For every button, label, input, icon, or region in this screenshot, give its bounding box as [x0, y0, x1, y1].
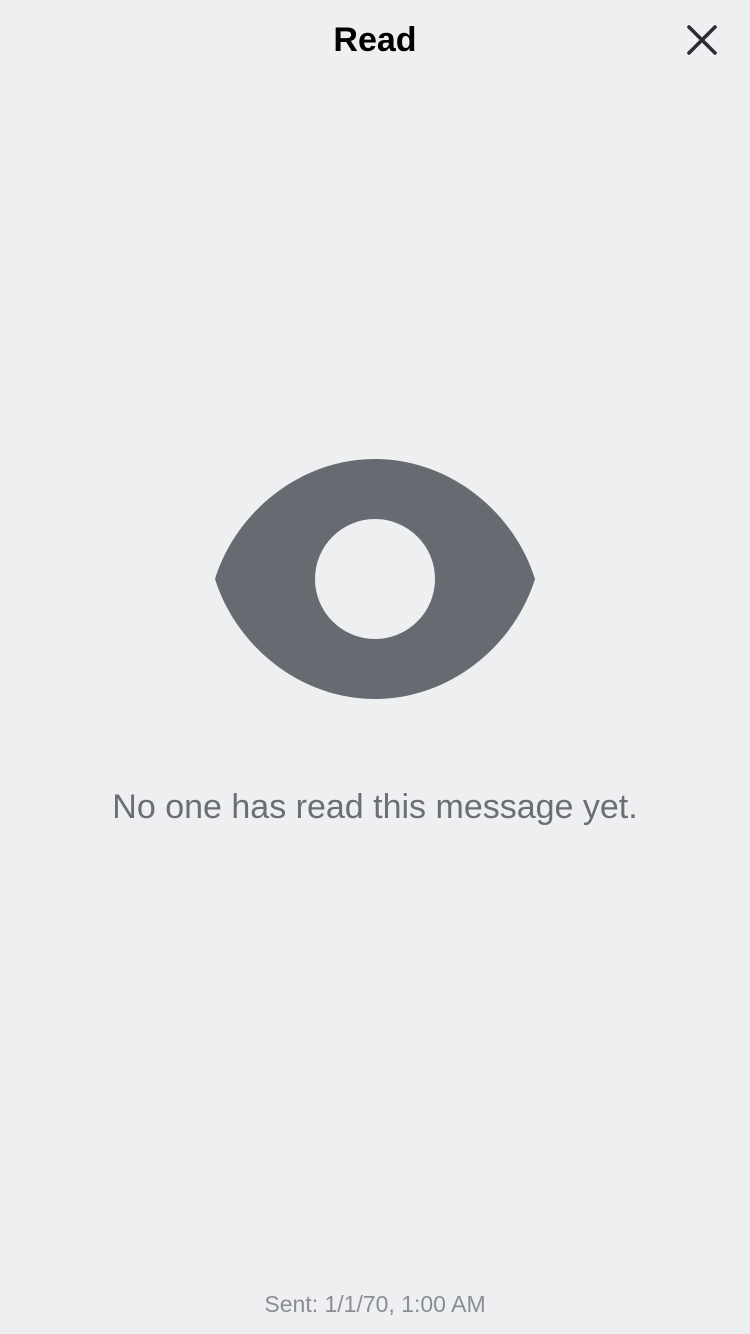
- empty-state-message: No one has read this message yet.: [112, 788, 638, 826]
- eye-icon: [214, 458, 536, 700]
- page-title: Read: [333, 21, 417, 59]
- close-icon: [687, 25, 717, 55]
- close-button[interactable]: [680, 18, 724, 62]
- read-receipts-screen: Read No one has read this message yet. S…: [0, 0, 750, 1334]
- sent-timestamp: Sent: 1/1/70, 1:00 AM: [264, 1291, 486, 1317]
- header: Read: [0, 0, 750, 80]
